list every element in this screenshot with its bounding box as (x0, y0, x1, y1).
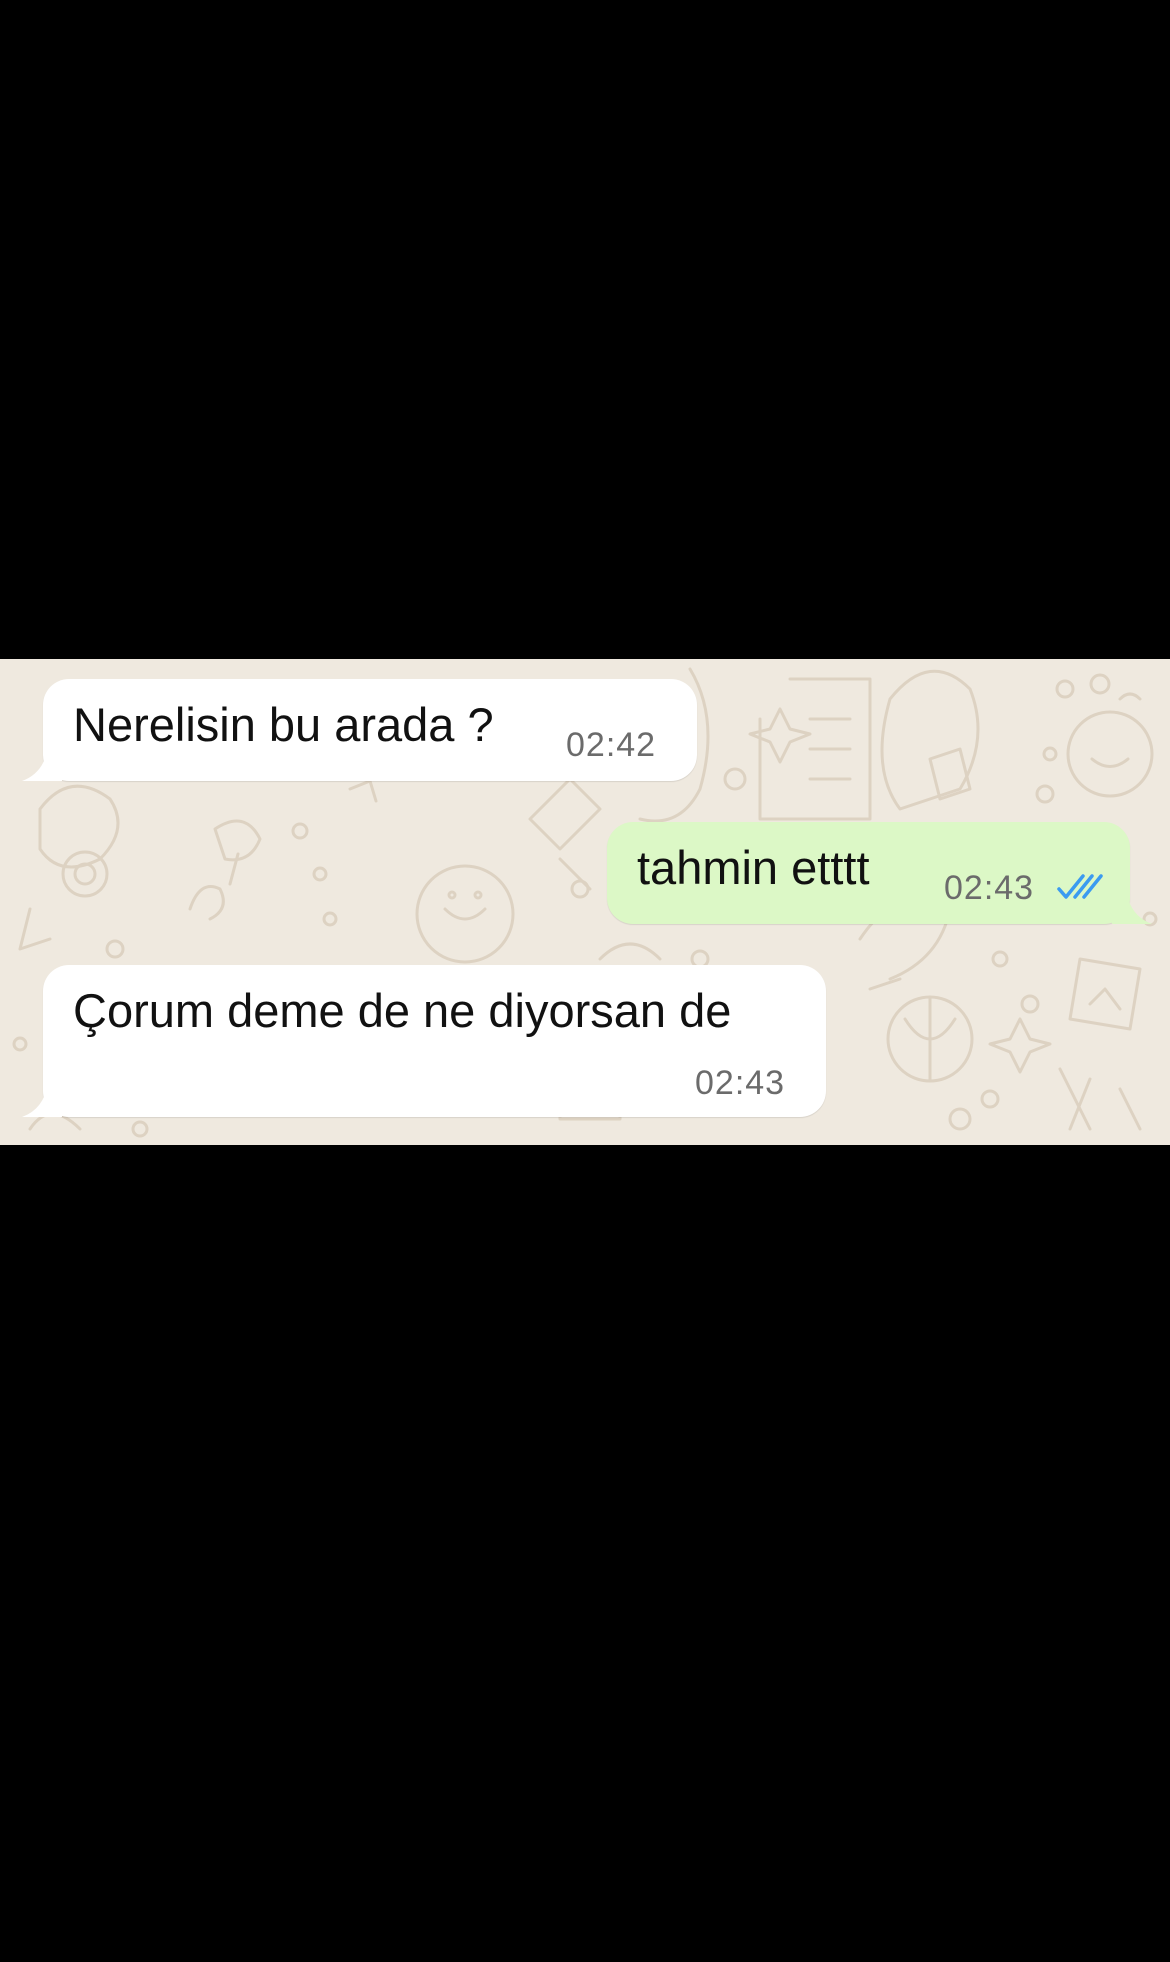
incoming-bubble-tail (22, 747, 62, 781)
message-text: Çorum deme de ne diyorsan de (73, 984, 732, 1037)
incoming-bubble-tail (22, 1083, 62, 1117)
message-timestamp: 02:43 (695, 1064, 786, 1102)
chat-area[interactable]: Nerelisin bu arada ? 02:42 tahmin etttt … (0, 659, 1170, 1145)
outgoing-bubble-tail (1112, 890, 1152, 924)
message-text: tahmin etttt (637, 841, 870, 894)
message-timestamp: 02:42 (566, 726, 657, 764)
double-check-read-icon (1057, 874, 1103, 899)
screenshot: Nerelisin bu arada ? 02:42 tahmin etttt … (0, 0, 1170, 1962)
message-timestamp: 02:43 (944, 869, 1035, 907)
message-text: Nerelisin bu arada ? (73, 698, 494, 751)
